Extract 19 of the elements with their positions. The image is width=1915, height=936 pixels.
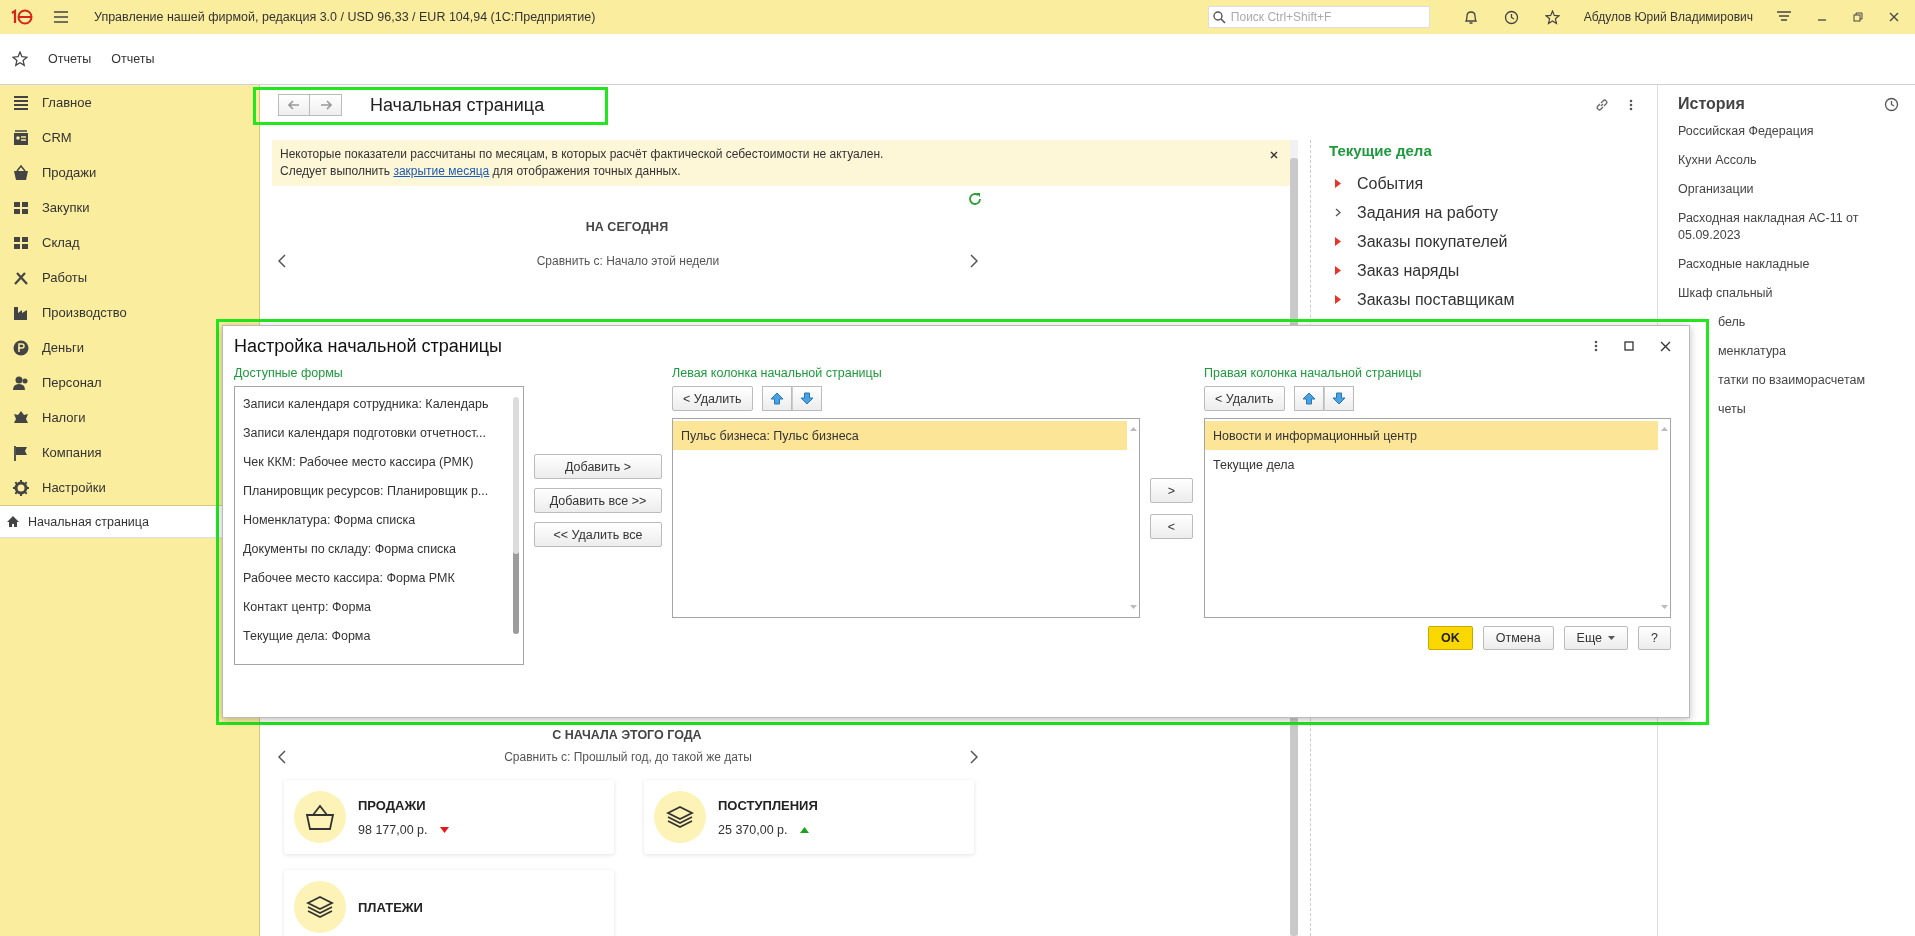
compare-period: Сравнить с: Прошлый год, до такой же даты: [504, 750, 752, 764]
page-title: Начальная страница: [370, 94, 545, 116]
section-heading: НА СЕГОДНЯ: [585, 220, 669, 234]
window-title: Управление нашей фирмой, редакция 3.0 / USD 96,33 / EUR 104,94 (1С:Предприятие): [94, 10, 596, 24]
compare-period: Сравнить с: Начало этой недели: [536, 254, 720, 268]
card-title: ПРОДАЖИ: [358, 797, 427, 813]
section-heading: С НАЧАЛА ЭТОГО ГОДА: [552, 728, 702, 742]
card-value: 98 177,00 р.: [358, 822, 428, 837]
tasks-title: Текущие дела: [1329, 142, 1433, 159]
card-value: 25 370,00 р.: [718, 822, 788, 837]
list-label: Левая колонка начальной страницы: [672, 366, 883, 382]
list-label: Правая колонка начальной страницы: [1204, 366, 1423, 382]
card-title: ПЛАТЕЖИ: [358, 899, 423, 915]
notice-text: Следует выполнить закрытие месяца для отображения точных данных.: [280, 163, 682, 180]
list-label: Доступные формы: [234, 366, 344, 382]
card-title: ПОСТУПЛЕНИЯ: [718, 797, 818, 813]
dialog-title: Настройка начальной страницы: [234, 335, 502, 357]
history-title: История: [1678, 95, 1745, 113]
notice-text: Некоторые показатели рассчитаны по месяцам, в которых расчёт фактической себестоимости не актуален.: [280, 146, 885, 163]
